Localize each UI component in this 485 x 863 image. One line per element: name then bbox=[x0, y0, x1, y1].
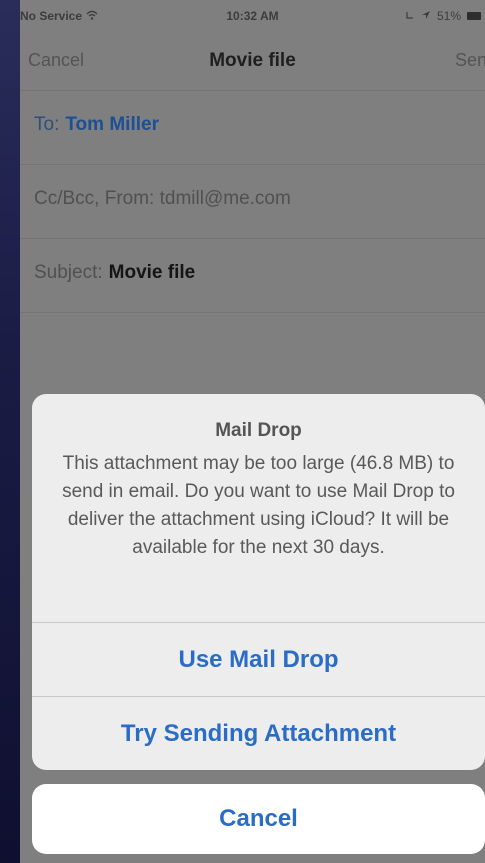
wallpaper-edge bbox=[0, 0, 20, 863]
to-field[interactable]: To: Tom Miller bbox=[20, 90, 485, 165]
subject-value[interactable]: Movie file bbox=[109, 262, 196, 283]
use-mail-drop-button[interactable]: Use Mail Drop bbox=[32, 623, 485, 697]
subject-field[interactable]: Subject: Movie file bbox=[20, 238, 485, 313]
to-recipient[interactable]: Tom Miller bbox=[65, 114, 159, 135]
compose-nav-bar: Cancel Movie file Send bbox=[20, 32, 485, 91]
try-sending-attachment-button[interactable]: Try Sending Attachment bbox=[32, 697, 485, 770]
battery-icon bbox=[467, 12, 481, 20]
cancel-button[interactable]: Cancel bbox=[32, 784, 485, 854]
cc-field-content: Cc/Bcc, From: tdmill@me.com bbox=[34, 188, 291, 210]
send-button[interactable]: Send bbox=[455, 50, 485, 71]
to-label: To: bbox=[34, 114, 60, 135]
phone-screen: No Service 10:32 AM 51% Cancel Movie fil… bbox=[20, 0, 485, 863]
status-bar: No Service 10:32 AM 51% bbox=[20, 0, 485, 32]
subject-field-content: Subject: Movie file bbox=[34, 262, 195, 284]
to-field-content: To: Tom Miller bbox=[34, 114, 159, 136]
status-right: 51% bbox=[405, 9, 481, 23]
rotation-lock-icon bbox=[405, 9, 415, 23]
compose-title: Movie file bbox=[209, 50, 296, 71]
alert-title: Mail Drop bbox=[215, 420, 302, 441]
cc-bcc-from-field[interactable]: Cc/Bcc, From: tdmill@me.com bbox=[20, 164, 485, 239]
mail-drop-alert: Mail Drop This attachment may be too lar… bbox=[32, 394, 485, 770]
cc-bcc-from-text: Cc/Bcc, From: tdmill@me.com bbox=[34, 188, 291, 209]
alert-message: This attachment may be too large (46.8 M… bbox=[62, 453, 455, 558]
subject-label: Subject: bbox=[34, 262, 103, 283]
battery-percent: 51% bbox=[436, 9, 461, 23]
location-arrow-icon bbox=[421, 9, 431, 23]
